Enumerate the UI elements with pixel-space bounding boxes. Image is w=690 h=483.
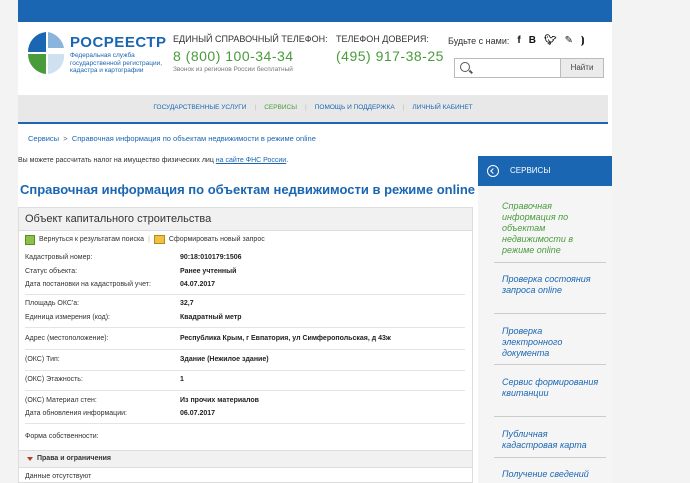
vk-icon[interactable]: B bbox=[529, 35, 536, 46]
divider bbox=[25, 423, 465, 424]
field-value: Здание (Нежилое здание) bbox=[180, 356, 269, 363]
logo-title: РОСРЕЕСТР bbox=[70, 34, 167, 51]
card-title: Объект капитального строительства bbox=[19, 208, 472, 231]
hotline-number[interactable]: 8 (800) 100-34-34 bbox=[173, 48, 328, 64]
field-label: Статус объекта: bbox=[25, 268, 78, 275]
field-label: Форма собственности: bbox=[25, 433, 99, 440]
field-label: (ОКС) Этажность: bbox=[25, 376, 83, 383]
divider bbox=[494, 457, 606, 458]
field-label: (ОКС) Тип: bbox=[25, 356, 60, 363]
new-request-link[interactable]: Сформировать новый запрос bbox=[169, 236, 265, 243]
nav-item-public-services[interactable]: ГОСУДАРСТВЕННЫЕ УСЛУГИ bbox=[153, 104, 246, 111]
sidebar-header[interactable]: СЕРВИСЫ bbox=[478, 156, 612, 186]
field-label: Единица измерения (код): bbox=[25, 314, 110, 321]
field-value: Из прочих материалов bbox=[180, 397, 259, 404]
fns-note: Вы можете рассчитать налог на имущество … bbox=[18, 157, 288, 164]
divider bbox=[25, 327, 465, 328]
field-label: (ОКС) Материал стен: bbox=[25, 397, 97, 404]
object-card: Объект капитального строительства Вернут… bbox=[18, 207, 473, 483]
livejournal-icon[interactable]: ✎ bbox=[565, 35, 573, 46]
rss-icon[interactable]: ⦘ bbox=[581, 35, 584, 46]
divider bbox=[494, 313, 606, 314]
hotline-label: ЕДИНЫЙ СПРАВОЧНЫЙ ТЕЛЕФОН: bbox=[173, 34, 328, 44]
services-sidebar: СЕРВИСЫ Справочная информация по объекта… bbox=[478, 156, 612, 483]
site-logo[interactable]: РОСРЕЕСТР Федеральная служба государстве… bbox=[26, 30, 166, 80]
field-value: Квадратный метр bbox=[180, 314, 242, 321]
rights-section-title: Права и ограничения bbox=[37, 455, 111, 462]
fns-link[interactable]: на сайте ФНС России bbox=[216, 157, 286, 164]
trust-line-number[interactable]: (495) 917-38-25 bbox=[336, 48, 444, 64]
sidebar-title: СЕРВИСЫ bbox=[510, 166, 551, 175]
nav-item-help[interactable]: ПОМОЩЬ И ПОДДЕРЖКА bbox=[315, 104, 395, 111]
fns-note-text: Вы можете рассчитать налог на имущество … bbox=[18, 157, 216, 164]
card-actions: Вернуться к результатам поиска | Сформир… bbox=[19, 231, 472, 248]
field-value: 06.07.2017 bbox=[180, 410, 216, 417]
divider bbox=[25, 349, 465, 350]
rights-empty-text: Данные отсутствуют bbox=[25, 473, 92, 480]
rosreestr-logo-icon bbox=[27, 32, 65, 74]
social-links: Будьте с нами: f B 🐦︎ ✎ ⦘ bbox=[448, 35, 584, 46]
social-label: Будьте с нами: bbox=[448, 35, 510, 46]
twitter-icon[interactable]: 🐦︎ bbox=[544, 35, 557, 46]
sidebar-item-receipt[interactable]: Сервис формирования квитанции bbox=[502, 377, 602, 399]
chevron-left-circle-icon bbox=[487, 165, 499, 177]
trust-line-block: ТЕЛЕФОН ДОВЕРИЯ: (495) 917-38-25 bbox=[336, 34, 444, 64]
search-icon bbox=[460, 62, 470, 72]
search-button[interactable]: Найти bbox=[560, 59, 603, 77]
field-label: Адрес (местоположение): bbox=[25, 335, 109, 342]
search-box: Найти bbox=[454, 58, 604, 78]
field-value: 04.07.2017 bbox=[180, 281, 216, 288]
sidebar-item-reference-info[interactable]: Справочная информация по объектам недвиж… bbox=[502, 201, 602, 256]
main-nav: ГОСУДАРСТВЕННЫЕ УСЛУГИ | СЕРВИСЫ | ПОМОЩЬ И … bbox=[18, 95, 608, 124]
nav-item-services[interactable]: СЕРВИСЫ bbox=[264, 104, 297, 111]
sidebar-item-request-status[interactable]: Проверка состояния запроса online bbox=[502, 274, 602, 296]
search-input[interactable] bbox=[473, 61, 562, 77]
page-title: Справочная информация по объектам недвиж… bbox=[20, 182, 476, 197]
field-value: Ранее учтенный bbox=[180, 268, 237, 275]
breadcrumb-current[interactable]: Справочная информация по объектам недвиж… bbox=[72, 134, 316, 143]
divider bbox=[494, 364, 606, 365]
trust-line-label: ТЕЛЕФОН ДОВЕРИЯ: bbox=[336, 34, 429, 44]
field-value: 90:18:010179:1506 bbox=[180, 254, 242, 261]
divider bbox=[494, 416, 606, 417]
new-request-icon bbox=[153, 235, 165, 244]
back-to-results-link[interactable]: Вернуться к результатам поиска bbox=[39, 236, 144, 243]
breadcrumb-separator: > bbox=[63, 134, 68, 143]
fns-note-end: . bbox=[286, 157, 289, 164]
breadcrumb: Сервисы > Справочная информация по объек… bbox=[28, 134, 316, 143]
sidebar-item-check-document[interactable]: Проверка электронного документа bbox=[502, 326, 602, 359]
sidebar-item-cadastral-map[interactable]: Публичная кадастровая карта bbox=[502, 429, 602, 451]
breadcrumb-root[interactable]: Сервисы bbox=[28, 134, 59, 143]
field-label: Кадастровый номер: bbox=[25, 254, 93, 261]
caret-down-icon bbox=[27, 457, 33, 461]
sidebar-item-get-info[interactable]: Получение сведений bbox=[502, 469, 602, 480]
field-label: Дата обновления информации: bbox=[25, 410, 127, 417]
divider bbox=[25, 390, 465, 391]
page-background-right bbox=[612, 0, 690, 483]
hotline-block: ЕДИНЫЙ СПРАВОЧНЫЙ ТЕЛЕФОН: 8 (800) 100-3… bbox=[173, 34, 328, 73]
rights-section-toggle[interactable]: Права и ограничения bbox=[19, 450, 472, 468]
divider bbox=[494, 262, 606, 263]
field-value: 32,7 bbox=[180, 300, 194, 307]
top-bar bbox=[18, 0, 612, 22]
facebook-icon[interactable]: f bbox=[517, 35, 520, 46]
back-arrow-icon bbox=[25, 234, 35, 245]
hotline-note: Звонок из регионов России бесплатный bbox=[173, 66, 293, 73]
divider bbox=[25, 370, 465, 371]
page-container: РОСРЕЕСТР Федеральная служба государстве… bbox=[18, 0, 612, 483]
actions-separator: | bbox=[148, 236, 150, 243]
field-label: Дата постановки на кадастровый учет: bbox=[25, 281, 151, 288]
field-value: Республика Крым, г Евпатория, ул Симферо… bbox=[180, 335, 391, 342]
page-background-left bbox=[0, 0, 18, 483]
field-value: 1 bbox=[180, 376, 184, 383]
field-label: Площадь ОКС'а: bbox=[25, 300, 80, 307]
logo-subtitle: Федеральная служба государственной регис… bbox=[70, 52, 163, 74]
divider bbox=[25, 294, 465, 295]
nav-item-account[interactable]: ЛИЧНЫЙ КАБИНЕТ bbox=[412, 104, 472, 111]
